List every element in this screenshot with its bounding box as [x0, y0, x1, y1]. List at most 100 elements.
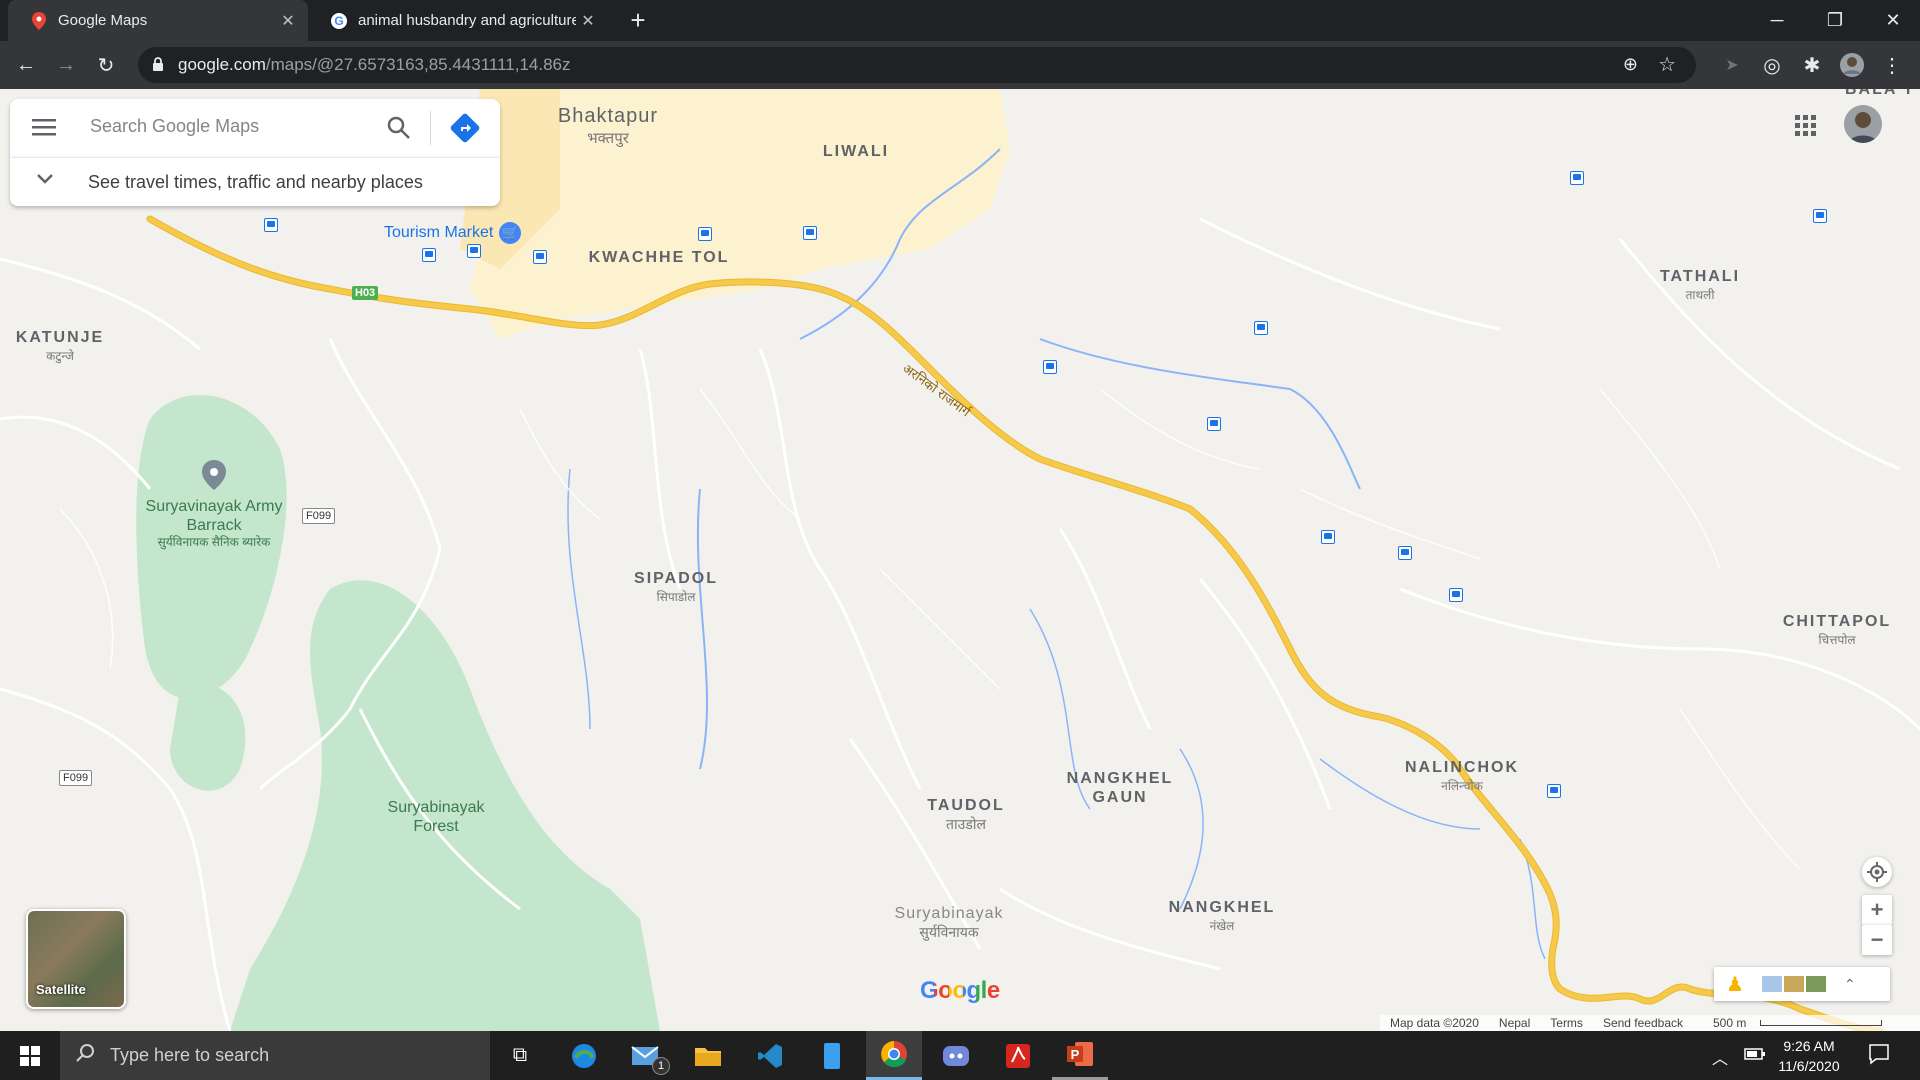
place-label-kwachhe-tol[interactable]: KWACHHE TOL	[589, 249, 730, 267]
imagery-thumbnails[interactable]	[1761, 976, 1826, 992]
svg-text:P: P	[1071, 1047, 1080, 1062]
forest-label[interactable]: Suryabinayak Forest	[376, 798, 496, 836]
extension-arrow-icon[interactable]: ➤	[1716, 49, 1748, 81]
scale-bar[interactable]: 500 m	[1703, 1016, 1892, 1030]
directions-icon[interactable]	[450, 113, 480, 148]
bus-stop-icon[interactable]	[1207, 417, 1221, 431]
bus-stop-icon[interactable]	[467, 244, 481, 258]
forward-icon[interactable]: →	[50, 49, 82, 81]
tourism-market-poi[interactable]: Tourism Market 🛒	[384, 222, 522, 244]
chevron-up-icon[interactable]: ⌃	[1844, 976, 1856, 993]
close-window-icon[interactable]: ✕	[1864, 0, 1920, 41]
bus-stop-icon[interactable]	[1321, 530, 1335, 544]
search-icon[interactable]	[386, 115, 412, 146]
chrome-taskbar-icon[interactable]	[866, 1031, 922, 1080]
send-feedback-link[interactable]: Send feedback	[1603, 1016, 1683, 1030]
search-icon	[76, 1043, 96, 1068]
place-label-katunje[interactable]: KATUNJE कटुन्जे	[16, 329, 104, 364]
address-bar[interactable]: google.com/maps/@27.6573163,85.4431111,1…	[138, 47, 1696, 83]
place-label-bhaktapur[interactable]: Bhaktapur भक्तपुर	[558, 105, 658, 148]
place-label-suryabinayak[interactable]: Suryabinayak सुर्यविनायक	[895, 905, 1004, 942]
tab-google-maps[interactable]: Google Maps ✕	[8, 0, 308, 41]
street-view-layer-bar[interactable]: ♟ ⌃	[1714, 967, 1890, 1001]
bus-stop-icon[interactable]	[1043, 360, 1057, 374]
profile-avatar[interactable]	[1836, 49, 1868, 81]
my-location-button[interactable]	[1862, 857, 1892, 887]
browser-toolbar: ← → ↻ google.com/maps/@27.6573163,85.443…	[0, 41, 1920, 89]
vscode-icon[interactable]	[742, 1031, 798, 1080]
bus-stop-icon[interactable]	[698, 227, 712, 241]
extensions-puzzle-icon[interactable]: ✱	[1796, 49, 1828, 81]
bus-stop-icon[interactable]	[1254, 321, 1268, 335]
divider	[430, 111, 431, 145]
reload-icon[interactable]: ↻	[90, 49, 122, 81]
place-label-nalinchok[interactable]: NALINCHOK नलिन्चोक	[1405, 759, 1519, 794]
phone-app-icon[interactable]	[804, 1031, 860, 1080]
place-label-liwali[interactable]: LIWALI	[823, 143, 889, 161]
file-explorer-icon[interactable]	[680, 1031, 736, 1080]
travel-times-card[interactable]: See travel times, traffic and nearby pla…	[10, 157, 500, 206]
tab-animal-husbandry[interactable]: G animal husbandry and agriculture ✕	[308, 0, 608, 41]
battery-icon[interactable]	[1744, 1047, 1766, 1066]
place-label-nangkhel-gaun[interactable]: NANGKHEL GAUN	[1060, 769, 1180, 807]
taskbar-search-box[interactable]: Type here to search	[60, 1031, 490, 1080]
place-label-chittapol[interactable]: CHITTAPOL चित्तपोल	[1783, 613, 1891, 648]
bus-stop-icon[interactable]	[264, 218, 278, 232]
travel-times-text: See travel times, traffic and nearby pla…	[88, 172, 423, 192]
restore-icon[interactable]: ❐	[1806, 0, 1864, 41]
show-hidden-icons[interactable]: ︿	[1712, 1045, 1728, 1069]
road-shield: F099	[302, 508, 336, 524]
task-view-icon[interactable]: ⧉	[492, 1031, 548, 1080]
chevron-down-icon[interactable]	[36, 172, 54, 191]
map-footer: Map data ©2020 Nepal Terms Send feedback…	[1380, 1015, 1920, 1031]
extension-target-icon[interactable]: ◎	[1756, 49, 1788, 81]
install-app-icon[interactable]: ⊕	[1623, 54, 1638, 75]
account-avatar[interactable]	[1844, 105, 1882, 143]
svg-text:G: G	[334, 14, 343, 28]
bus-stop-icon[interactable]	[533, 250, 547, 264]
map-canvas[interactable]: अरनिको राजमार्ग H03 F099 F099 Bhaktapur भ…	[0, 89, 1920, 1031]
zoom-in-button[interactable]: +	[1862, 895, 1892, 925]
apps-grid-icon[interactable]	[1795, 115, 1817, 142]
satellite-label: Satellite	[36, 982, 86, 997]
zoom-out-button[interactable]: −	[1862, 925, 1892, 955]
powerpoint-icon[interactable]: P	[1052, 1031, 1108, 1080]
edge-browser-icon[interactable]	[556, 1031, 612, 1080]
google-g-icon: G	[330, 12, 348, 30]
acrobat-icon[interactable]	[990, 1031, 1046, 1080]
back-icon[interactable]: ←	[10, 49, 42, 81]
discord-icon[interactable]	[928, 1031, 984, 1080]
map-base-layer	[0, 89, 1920, 1031]
clock-time: 9:26 AM	[1783, 1038, 1835, 1054]
bus-stop-icon[interactable]	[1570, 171, 1584, 185]
bus-stop-icon[interactable]	[1398, 546, 1412, 560]
windows-start-icon[interactable]	[0, 1031, 60, 1080]
satellite-toggle[interactable]: Satellite	[26, 909, 126, 1009]
place-label-taudol[interactable]: TAUDOL ताउडोल	[927, 797, 1004, 834]
system-clock[interactable]: 9:26 AM 11/6/2020	[1764, 1036, 1854, 1076]
bookmark-star-icon[interactable]: ☆	[1658, 52, 1676, 77]
country-link[interactable]: Nepal	[1499, 1016, 1530, 1030]
place-label-bala-t[interactable]: BALA T	[1845, 89, 1915, 99]
mail-icon[interactable]: 1	[618, 1031, 674, 1080]
army-barrack-label[interactable]: Suryavinayak Army Barrack सुर्यविनायक सै…	[144, 497, 284, 549]
close-tab-icon[interactable]: ✕	[276, 11, 300, 31]
close-tab-icon[interactable]: ✕	[576, 11, 600, 31]
new-tab-icon[interactable]: +	[624, 6, 652, 34]
bus-stop-icon[interactable]	[1547, 784, 1561, 798]
bus-stop-icon[interactable]	[1449, 588, 1463, 602]
place-label-tathali[interactable]: TATHALI ताथली	[1660, 268, 1740, 303]
map-pin-icon[interactable]	[201, 459, 227, 496]
search-input[interactable]	[88, 115, 382, 138]
terms-link[interactable]: Terms	[1550, 1016, 1583, 1030]
place-label-nangkhel[interactable]: NANGKHEL नंखेल	[1169, 899, 1276, 934]
chrome-menu-icon[interactable]: ⋮	[1876, 49, 1908, 81]
bus-stop-icon[interactable]	[422, 248, 436, 262]
bus-stop-icon[interactable]	[1813, 209, 1827, 223]
pegman-icon[interactable]: ♟	[1726, 972, 1744, 997]
place-label-sipadol[interactable]: SIPADOL सिपाडोल	[634, 570, 718, 605]
notification-center-icon[interactable]	[1868, 1043, 1890, 1070]
hamburger-menu-icon[interactable]	[32, 117, 56, 142]
bus-stop-icon[interactable]	[803, 226, 817, 240]
minimize-icon[interactable]: ─	[1748, 0, 1806, 41]
